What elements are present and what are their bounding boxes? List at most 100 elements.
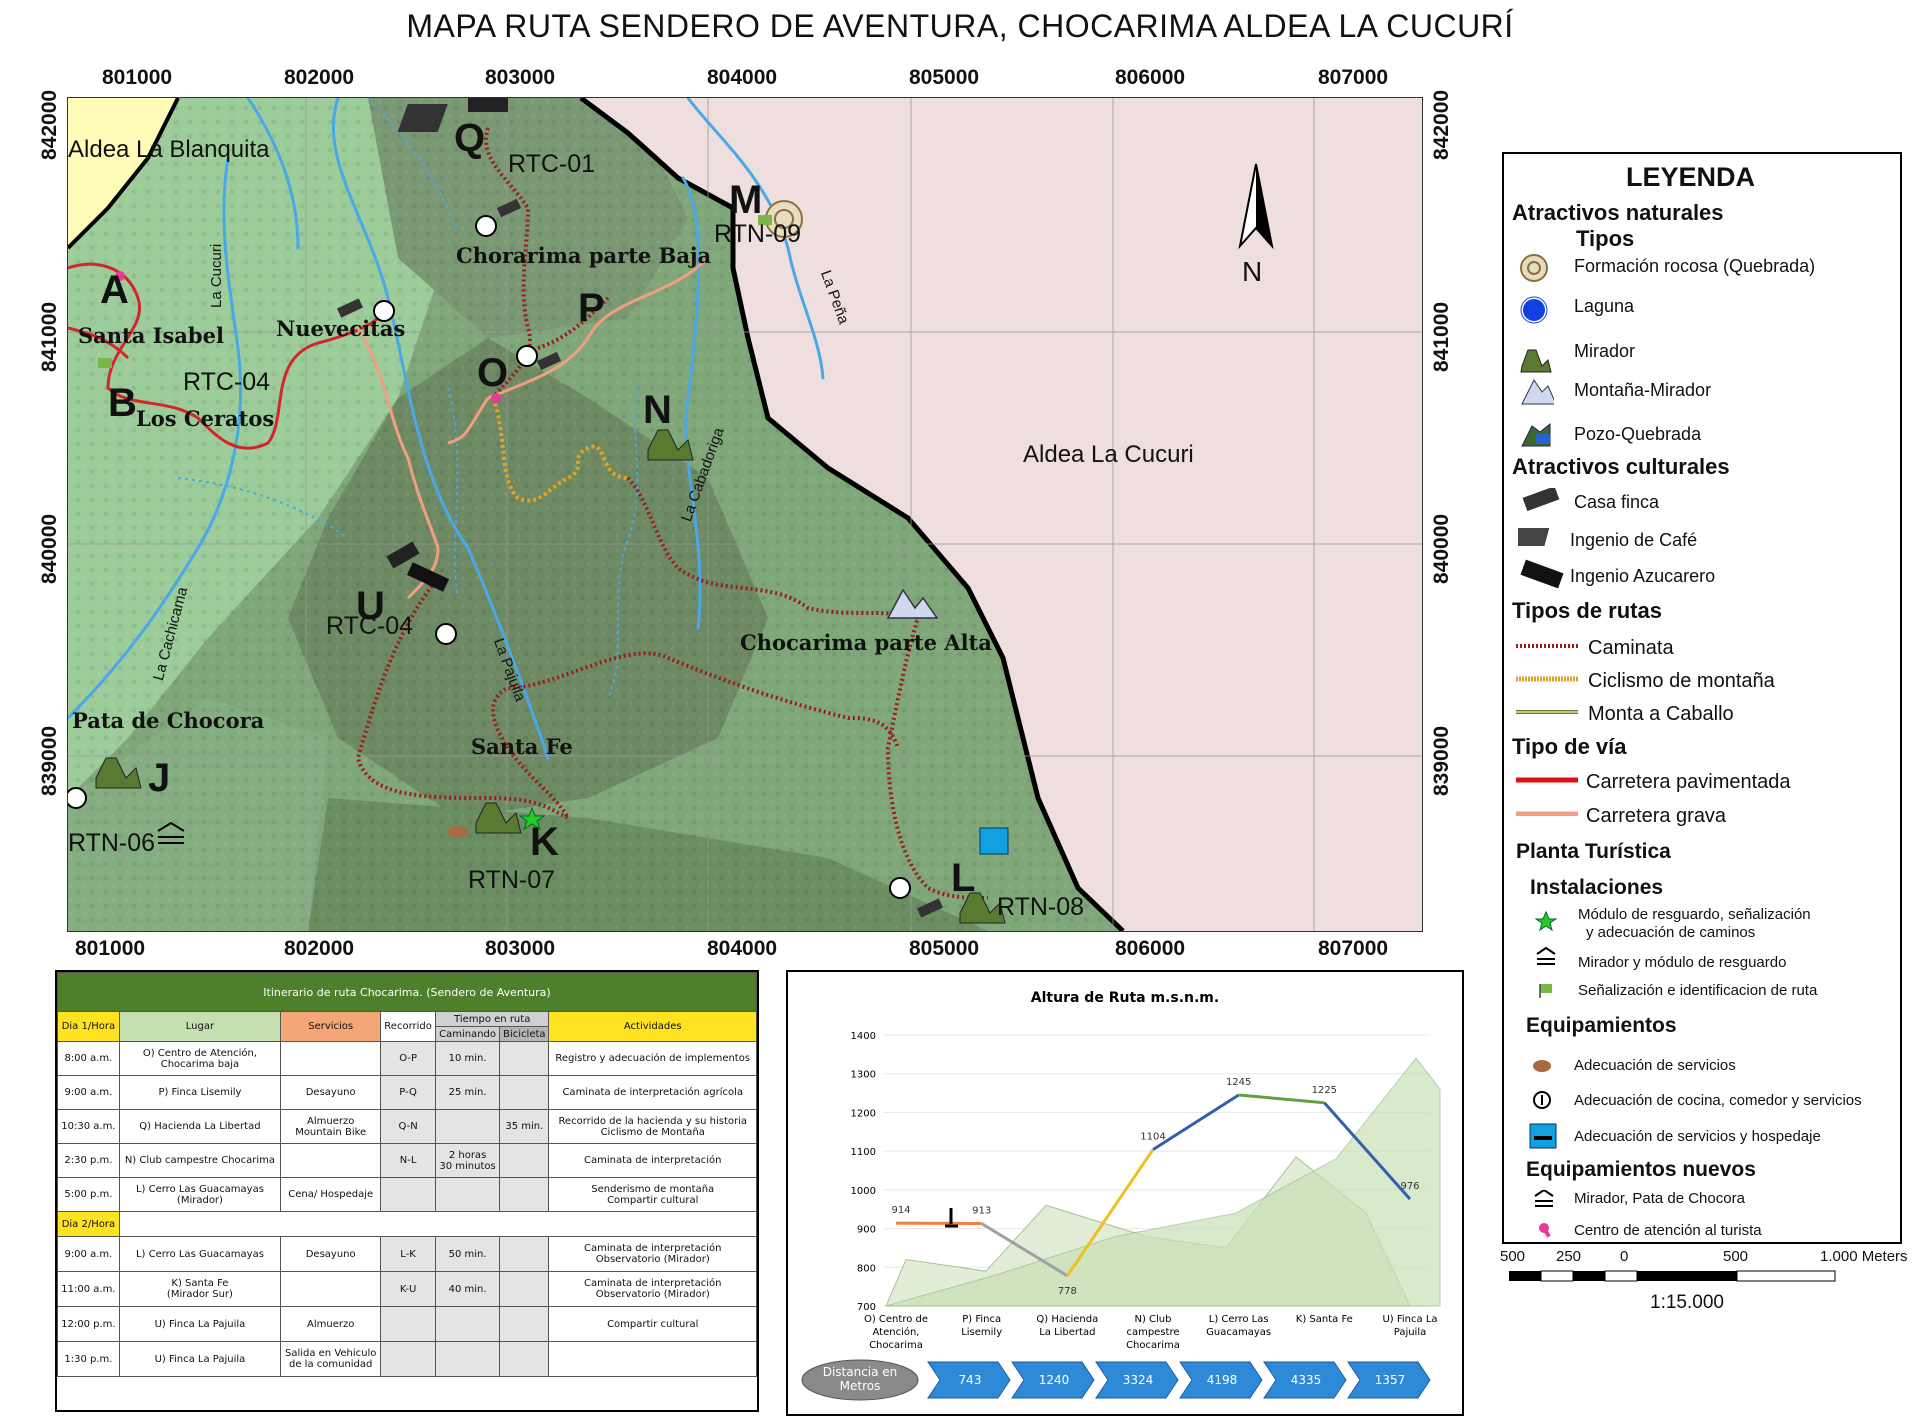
legend-cultural-item: Casa finca: [1574, 492, 1659, 513]
cell-actividades: Recorrido de la hacienda y su historiaCi…: [549, 1110, 757, 1144]
cell-lugar: O) Centro de Atención,Chocarima baja: [119, 1042, 280, 1076]
cell-actividades-line: Registro y adecuación de implementos: [551, 1053, 754, 1064]
point-M[interactable]: M: [729, 178, 762, 223]
legend-instal-title: Instalaciones: [1530, 876, 1663, 900]
hdr-recorrido: Recorrido: [381, 1012, 436, 1042]
itinerary-title: Itinerario de ruta Chocarima. (Sendero d…: [58, 973, 757, 1012]
legend-natural-item: Formación rocosa (Quebrada): [1574, 256, 1815, 277]
y-tick: 842000: [38, 90, 62, 160]
cell-servicios-line: Almuerzo: [283, 1116, 378, 1127]
cell-lugar-line: U) Finca La Pajuila: [122, 1354, 278, 1365]
legend-cultural-item: Ingenio Azucarero: [1570, 566, 1715, 587]
cell-hora: 9:00 a.m.: [58, 1237, 120, 1272]
cell-bicicleta: [500, 1342, 549, 1377]
y-tick: 840000: [38, 514, 62, 584]
cell-actividades: Caminata de interpretaciónObservatorio (…: [549, 1237, 757, 1272]
x-tick-label: U) Finca LaPajuila: [1382, 1314, 1437, 1338]
cell-caminando: [435, 1307, 499, 1342]
distance-value: 4198: [1207, 1373, 1238, 1387]
cell-servicios: Almuerzo: [281, 1307, 381, 1342]
distance-value: 1240: [1039, 1373, 1070, 1387]
cell-actividades-line: Recorrido de la hacienda y su historia: [551, 1116, 754, 1127]
point-J[interactable]: J: [148, 756, 170, 801]
cell-lugar-line: O) Centro de Atención,: [122, 1048, 278, 1059]
map-canvas[interactable]: Aldea La Blanquita Aldea La Cucuri N San…: [67, 97, 1423, 932]
cell-recorrido: Q-N: [381, 1110, 436, 1144]
table-row: 10:30 a.m.Q) Hacienda La LibertadAlmuerz…: [58, 1110, 757, 1144]
cell-bicicleta: [500, 1272, 549, 1307]
point-Q[interactable]: Q: [454, 116, 485, 161]
cell-recorrido: N-L: [381, 1144, 436, 1178]
cell-servicios-line: Cena/ Hospedaje: [283, 1189, 378, 1200]
cell-actividades-line: Ciclismo de Montaña: [551, 1127, 754, 1138]
cell-servicios: Desayuno: [281, 1076, 381, 1110]
cell-actividades-line: Compartir cultural: [551, 1195, 754, 1206]
point-A[interactable]: A: [100, 268, 129, 313]
itinerary-table: Itinerario de ruta Chocarima. (Sendero d…: [55, 970, 759, 1412]
stream-la-cucuri: La Cucuri: [208, 244, 225, 308]
cell-recorrido: [381, 1342, 436, 1377]
cell-servicios-line: Desayuno: [283, 1087, 378, 1098]
legend-equip-item: Adecuación de servicios y hospedaje: [1574, 1128, 1821, 1145]
cell-actividades-line: Observatorio (Mirador): [551, 1289, 754, 1300]
north-label: N: [1242, 256, 1262, 288]
hdr-dia1: Dia 1/Hora: [58, 1012, 120, 1042]
rock-formation-icon: [1521, 255, 1547, 281]
point-L[interactable]: L: [951, 856, 975, 901]
y-tick: 841000: [38, 302, 62, 372]
hdr-bicicleta: Bicicleta: [500, 1027, 549, 1042]
distance-value: 3324: [1123, 1373, 1154, 1387]
cell-servicios-line: Mountain Bike: [283, 1127, 378, 1138]
cell-caminando-line: 2 horas: [438, 1150, 497, 1161]
cell-lugar: Q) Hacienda La Libertad: [119, 1110, 280, 1144]
cell-caminando: [435, 1110, 499, 1144]
x-tick: 803000: [485, 937, 555, 961]
data-label: 1245: [1226, 1077, 1251, 1088]
cell-actividades: Senderismo de montañaCompartir cultural: [549, 1178, 757, 1212]
pin-icon: [1539, 1223, 1551, 1238]
cell-caminando: 10 min.: [435, 1042, 499, 1076]
code-rtc04-a: RTC-04: [183, 368, 270, 397]
point-P[interactable]: P: [578, 286, 605, 331]
y-tick-label: 1100: [851, 1147, 876, 1158]
table-row: 2:30 p.m.N) Club campestre ChocarimaN-L2…: [58, 1144, 757, 1178]
point-O[interactable]: O: [477, 351, 508, 396]
point-N[interactable]: N: [643, 388, 672, 433]
cell-servicios: [281, 1042, 381, 1076]
legend-instal-item: y adecuación de caminos: [1586, 924, 1755, 941]
cell-recorrido: O-P: [381, 1042, 436, 1076]
cell-bicicleta: [500, 1042, 549, 1076]
hdr-caminando: Caminando: [435, 1027, 499, 1042]
data-label: 1104: [1140, 1132, 1165, 1143]
flag-icon: [1540, 984, 1552, 993]
legend-title: LEYENDA: [1626, 162, 1755, 193]
chart-title: Altura de Ruta m.s.n.m.: [1031, 990, 1219, 1006]
legend-route-swatches: [1514, 640, 1584, 720]
cell-bicicleta: [500, 1307, 549, 1342]
cell-actividades: [549, 1342, 757, 1377]
point-B[interactable]: B: [108, 381, 137, 426]
x-tick: 806000: [1115, 66, 1185, 90]
cup-icon: [448, 826, 468, 838]
code-rtn09: RTN-09: [714, 220, 801, 249]
cell-recorrido: K-U: [381, 1272, 436, 1307]
cell-lugar: L) Cerro Las Guacamayas(Mirador): [119, 1178, 280, 1212]
x-tick-label: O) Centro deAtención,Chocarima: [864, 1314, 928, 1351]
scale-label: 1.000 Meters: [1820, 1248, 1908, 1265]
cell-bicicleta: [500, 1076, 549, 1110]
cell-lugar: P) Finca Lisemily: [119, 1076, 280, 1110]
legend-via-title: Tipo de vía: [1512, 734, 1627, 760]
cell-lugar: U) Finca La Pajuila: [119, 1342, 280, 1377]
casa-finca-icon: [1523, 488, 1560, 511]
cell-servicios: [281, 1272, 381, 1307]
legend-natural-item: Montaña-Mirador: [1574, 380, 1711, 401]
cell-recorrido: [381, 1307, 436, 1342]
cell-lugar-line: L) Cerro Las Guacamayas: [122, 1249, 278, 1260]
x-tick: 807000: [1318, 937, 1388, 961]
point-K[interactable]: K: [530, 820, 559, 865]
x-tick: 801000: [75, 937, 145, 961]
chart-terrain: [886, 1058, 1440, 1306]
legend-natural-item: Pozo-Quebrada: [1574, 424, 1701, 445]
sugar-mill-icon: [1520, 560, 1563, 589]
y-tick-label: 700: [857, 1302, 876, 1313]
